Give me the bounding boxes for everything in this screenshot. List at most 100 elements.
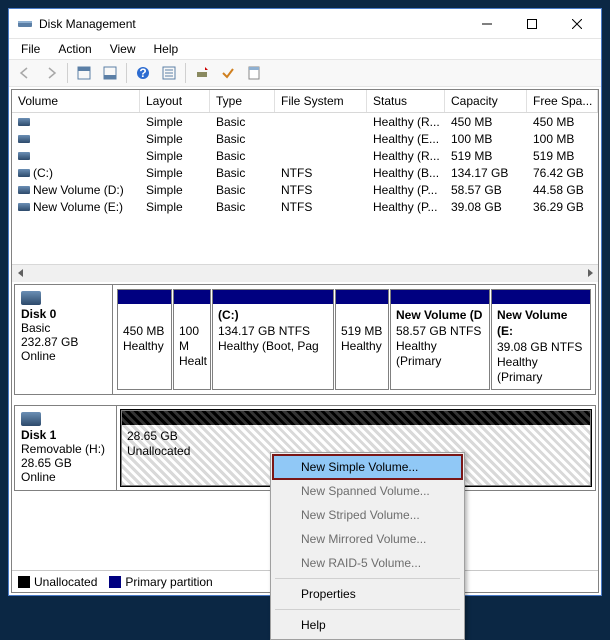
table-row[interactable]: SimpleBasicHealthy (R...519 MB519 MB — [12, 147, 598, 164]
titlebar[interactable]: Disk Management — [9, 9, 601, 39]
menu-action[interactable]: Action — [50, 40, 99, 58]
refresh-button[interactable] — [190, 62, 214, 84]
cell-free: 519 MB — [527, 148, 598, 164]
partition-text: New Volume (E:39.08 GB NTFSHealthy (Prim… — [492, 304, 590, 389]
toolbar: ? — [9, 59, 601, 87]
disk1-name: Disk 1 — [21, 428, 110, 442]
maximize-button[interactable] — [509, 9, 554, 38]
menu-separator — [275, 578, 460, 579]
cell-layout: Simple — [140, 165, 210, 181]
window-title: Disk Management — [39, 17, 464, 31]
cell-type: Basic — [210, 131, 275, 147]
partition-status: Healthy — [123, 339, 166, 354]
cell-status: Healthy (P... — [367, 199, 445, 215]
cell-status: Healthy (P... — [367, 182, 445, 198]
close-button[interactable] — [554, 9, 599, 38]
cell-fs — [275, 138, 367, 140]
menu-help[interactable]: Help — [146, 40, 187, 58]
minimize-button[interactable] — [464, 9, 509, 38]
disk0-partition[interactable]: (C:)134.17 GB NTFSHealthy (Boot, Pag — [212, 289, 334, 390]
column-headers: Volume Layout Type File System Status Ca… — [12, 90, 598, 113]
cell-free: 100 MB — [527, 131, 598, 147]
disk0-partition[interactable]: New Volume (E:39.08 GB NTFSHealthy (Prim… — [491, 289, 591, 390]
cell-capacity: 39.08 GB — [445, 199, 527, 215]
table-row[interactable]: (C:)SimpleBasicNTFSHealthy (B...134.17 G… — [12, 164, 598, 181]
menu-new-spanned-volume: New Spanned Volume... — [273, 479, 462, 503]
cell-volume: (C:) — [33, 166, 53, 180]
volume-icon — [18, 186, 30, 194]
properties-button[interactable] — [242, 62, 266, 84]
volume-list[interactable]: Volume Layout Type File System Status Ca… — [12, 90, 598, 282]
menu-new-striped-volume: New Striped Volume... — [273, 503, 462, 527]
disk-icon — [21, 291, 41, 305]
cell-layout: Simple — [140, 199, 210, 215]
menu-file[interactable]: File — [13, 40, 48, 58]
cell-fs — [275, 121, 367, 123]
menubar: File Action View Help — [9, 39, 601, 59]
col-status[interactable]: Status — [367, 90, 445, 112]
settings-button[interactable] — [157, 62, 181, 84]
partition-colorbar — [174, 290, 210, 304]
disk0-partition[interactable]: 519 MBHealthy — [335, 289, 389, 390]
col-layout[interactable]: Layout — [140, 90, 210, 112]
legend-unallocated: Unallocated — [18, 575, 97, 589]
menu-properties[interactable]: Properties — [273, 582, 462, 606]
table-row[interactable]: SimpleBasicHealthy (E...100 MB100 MB — [12, 130, 598, 147]
partition-size: 28.65 GB — [127, 429, 585, 444]
horizontal-scrollbar[interactable] — [12, 264, 598, 281]
partition-status: Healt — [179, 354, 205, 369]
col-freespace[interactable]: Free Spa... — [527, 90, 598, 112]
disk1-info[interactable]: Disk 1 Removable (H:) 28.65 GB Online — [15, 406, 117, 490]
cell-type: Basic — [210, 199, 275, 215]
col-volume[interactable]: Volume — [12, 90, 140, 112]
cell-status: Healthy (B... — [367, 165, 445, 181]
disk0-size: 232.87 GB — [21, 335, 106, 349]
menu-new-raid5-volume: New RAID-5 Volume... — [273, 551, 462, 575]
context-menu: New Simple Volume... New Spanned Volume.… — [270, 452, 465, 640]
volume-icon — [18, 169, 30, 177]
scroll-left-button[interactable] — [12, 265, 29, 282]
disk0-partition[interactable]: 100 MHealt — [173, 289, 211, 390]
cell-capacity: 450 MB — [445, 114, 527, 130]
partition-size: 134.17 GB NTFS — [218, 324, 328, 339]
cell-type: Basic — [210, 165, 275, 181]
volume-icon — [18, 135, 30, 143]
disk0-partitions: 450 MBHealthy 100 MHealt(C:)134.17 GB NT… — [113, 285, 595, 394]
menu-view[interactable]: View — [102, 40, 144, 58]
legend-unallocated-label: Unallocated — [34, 575, 97, 589]
disk0-block: Disk 0 Basic 232.87 GB Online 450 MBHeal… — [14, 284, 596, 395]
cell-fs: NTFS — [275, 165, 367, 181]
partition-text: 450 MBHealthy — [118, 304, 171, 358]
cell-status: Healthy (R... — [367, 114, 445, 130]
menu-new-simple-volume[interactable]: New Simple Volume... — [273, 455, 462, 479]
scroll-track[interactable] — [29, 265, 581, 282]
disk0-type: Basic — [21, 321, 106, 335]
col-type[interactable]: Type — [210, 90, 275, 112]
cell-volume: New Volume (E:) — [33, 200, 123, 214]
forward-button — [39, 62, 63, 84]
menu-help[interactable]: Help — [273, 613, 462, 637]
col-filesystem[interactable]: File System — [275, 90, 367, 112]
partition-colorbar — [391, 290, 489, 304]
view-bottom-button[interactable] — [98, 62, 122, 84]
partition-title: New Volume (D — [396, 308, 482, 322]
legend-primary-label: Primary partition — [125, 575, 212, 589]
partition-size: 39.08 GB NTFS — [497, 340, 585, 355]
checkmark-button[interactable] — [216, 62, 240, 84]
swatch-unallocated — [18, 576, 30, 588]
view-top-button[interactable] — [72, 62, 96, 84]
col-capacity[interactable]: Capacity — [445, 90, 527, 112]
volume-icon — [18, 118, 30, 126]
disk0-info[interactable]: Disk 0 Basic 232.87 GB Online — [15, 285, 113, 394]
table-row[interactable]: New Volume (E:)SimpleBasicNTFSHealthy (P… — [12, 198, 598, 215]
help-button[interactable]: ? — [131, 62, 155, 84]
scroll-right-button[interactable] — [581, 265, 598, 282]
table-row[interactable]: New Volume (D:)SimpleBasicNTFSHealthy (P… — [12, 181, 598, 198]
table-row[interactable]: SimpleBasicHealthy (R...450 MB450 MB — [12, 113, 598, 130]
partition-size: 100 M — [179, 324, 205, 354]
disk0-partition[interactable]: New Volume (D58.57 GB NTFSHealthy (Prima… — [390, 289, 490, 390]
volume-rows[interactable]: SimpleBasicHealthy (R...450 MB450 MBSimp… — [12, 113, 598, 264]
cell-volume: New Volume (D:) — [33, 183, 124, 197]
cell-layout: Simple — [140, 148, 210, 164]
disk0-partition[interactable]: 450 MBHealthy — [117, 289, 172, 390]
